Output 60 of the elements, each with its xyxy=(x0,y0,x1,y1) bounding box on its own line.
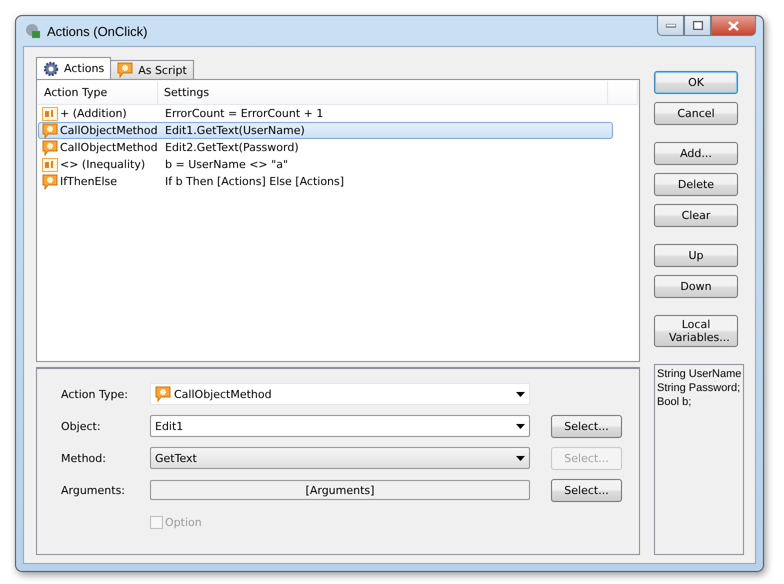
field-label: Arguments: xyxy=(61,484,126,496)
dialog-button[interactable]: OK xyxy=(654,71,738,94)
gear-bubble-icon xyxy=(42,174,58,190)
tab[interactable]: As Script xyxy=(110,60,194,79)
list-row[interactable]: IfThenElse If b Then [Actions] Else [Actions] xyxy=(38,173,613,190)
option-label: Option xyxy=(165,516,202,528)
operator-icon xyxy=(42,158,58,172)
dropdown-field[interactable]: GetText xyxy=(150,447,530,469)
maximize-icon xyxy=(692,21,702,30)
dropdown-arrow-icon[interactable] xyxy=(516,424,525,428)
action-type-text: IfThenElse xyxy=(60,175,118,188)
field-label: Action Type: xyxy=(61,388,129,400)
maximize-button[interactable] xyxy=(684,16,711,36)
dialog-button[interactable]: Cancel xyxy=(654,102,738,125)
list-row[interactable]: CallObjectMethod Edit2.GetText(Password) xyxy=(38,139,613,156)
action-type-text: + (Addition) xyxy=(60,107,127,120)
list-row[interactable]: + (Addition) ErrorCount = ErrorCount + 1 xyxy=(38,105,613,122)
dropdown-arrow-icon[interactable] xyxy=(516,392,525,396)
select-button[interactable]: Select... xyxy=(551,478,622,502)
action-type-text: <> (Inequality) xyxy=(60,158,146,171)
local-variables-box[interactable]: String UserName String Password; Bool b; xyxy=(654,364,744,555)
settings-text: Edit1.GetText(UserName) xyxy=(165,124,305,137)
column-header[interactable]: Action Type xyxy=(38,81,158,104)
variable-line: String UserName xyxy=(657,367,742,381)
settings-text: ErrorCount = ErrorCount + 1 xyxy=(165,107,324,120)
list-row[interactable]: <> (Inequality) b = UserName <> "a" xyxy=(38,156,613,173)
window-title: Actions (OnClick) xyxy=(47,24,148,38)
dropdown-field[interactable]: CallObjectMethod xyxy=(150,383,530,405)
minimize-button[interactable] xyxy=(657,16,684,36)
gear-bubble-icon xyxy=(155,386,171,402)
dropdown-field[interactable]: Edit1 xyxy=(150,415,530,437)
dialog-button[interactable]: Local Variables... xyxy=(654,315,738,347)
app-icon xyxy=(25,23,41,39)
variable-line: Bool b; xyxy=(657,395,692,409)
action-type-text: CallObjectMethod xyxy=(60,124,158,137)
column-header[interactable]: Settings xyxy=(158,81,608,104)
dialog-button[interactable]: Down xyxy=(654,275,738,298)
dialog-button[interactable]: Add... xyxy=(654,142,738,165)
settings-text: Edit2.GetText(Password) xyxy=(165,141,299,154)
action-type-text: CallObjectMethod xyxy=(60,141,158,154)
variable-line: String Password; xyxy=(657,381,740,395)
dialog-button[interactable]: Delete xyxy=(654,173,738,196)
dropdown-arrow-icon[interactable] xyxy=(516,456,525,460)
settings-text: b = UserName <> "a" xyxy=(165,158,288,171)
dialog-button[interactable]: Up xyxy=(654,244,738,267)
gear-icon xyxy=(43,60,59,76)
close-icon xyxy=(728,20,739,30)
dialog-button[interactable]: Clear xyxy=(654,204,738,227)
field-label: Object: xyxy=(61,420,102,432)
gear-bubble-icon xyxy=(42,140,58,156)
close-button[interactable] xyxy=(711,16,756,36)
tab[interactable]: Actions xyxy=(36,57,112,79)
select-button[interactable]: Select... xyxy=(551,414,622,438)
settings-text: If b Then [Actions] Else [Actions] xyxy=(165,175,344,188)
arguments-field[interactable]: [Arguments] xyxy=(150,480,530,500)
gear-bubble-icon xyxy=(42,122,58,138)
list-row[interactable]: CallObjectMethod Edit1.GetText(UserName) xyxy=(38,122,613,139)
minimize-icon xyxy=(666,24,676,28)
operator-icon xyxy=(42,106,58,120)
field-label: Method: xyxy=(61,452,107,464)
